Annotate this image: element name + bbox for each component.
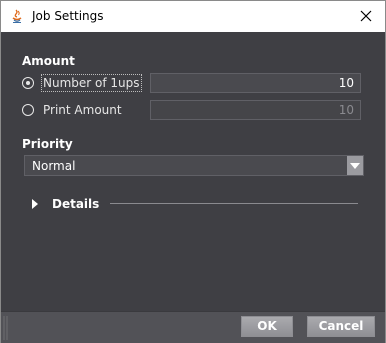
radio-selected-icon (22, 77, 34, 89)
number-of-1ups-input[interactable]: 10 (150, 73, 361, 93)
priority-heading: Priority (22, 137, 73, 151)
priority-selected-value: Normal (32, 159, 76, 173)
close-icon (360, 10, 372, 22)
radio-print-amount-label: Print Amount (43, 103, 122, 117)
button-bar: OK Cancel (1, 311, 385, 343)
radio-print-amount[interactable]: Print Amount (22, 101, 122, 119)
radio-unselected-icon (22, 104, 34, 116)
triangle-right-icon (32, 199, 38, 209)
details-toggle[interactable]: Details (32, 196, 99, 212)
details-divider (110, 203, 358, 204)
ok-button[interactable]: OK (241, 316, 293, 337)
priority-dropdown-button[interactable] (347, 156, 363, 175)
dialog-content: Amount Number of 1ups 10 Print Amount 10… (1, 32, 385, 311)
radio-number-of-1ups[interactable]: Number of 1ups (22, 74, 142, 92)
amount-heading: Amount (22, 54, 75, 68)
chevron-down-icon (350, 162, 360, 169)
print-amount-input[interactable]: 10 (150, 100, 361, 120)
java-app-icon (12, 9, 22, 23)
details-label: Details (52, 197, 100, 211)
close-button[interactable] (354, 5, 378, 27)
priority-select[interactable]: Normal (24, 155, 364, 176)
window-title: Job Settings (32, 9, 104, 23)
radio-number-of-1ups-label: Number of 1ups (41, 74, 142, 92)
grip-icon (3, 316, 8, 340)
cancel-button[interactable]: Cancel (307, 316, 375, 337)
job-settings-dialog: Job Settings Amount Number of 1ups 10 Pr… (0, 0, 386, 343)
title-bar[interactable]: Job Settings (1, 1, 385, 32)
